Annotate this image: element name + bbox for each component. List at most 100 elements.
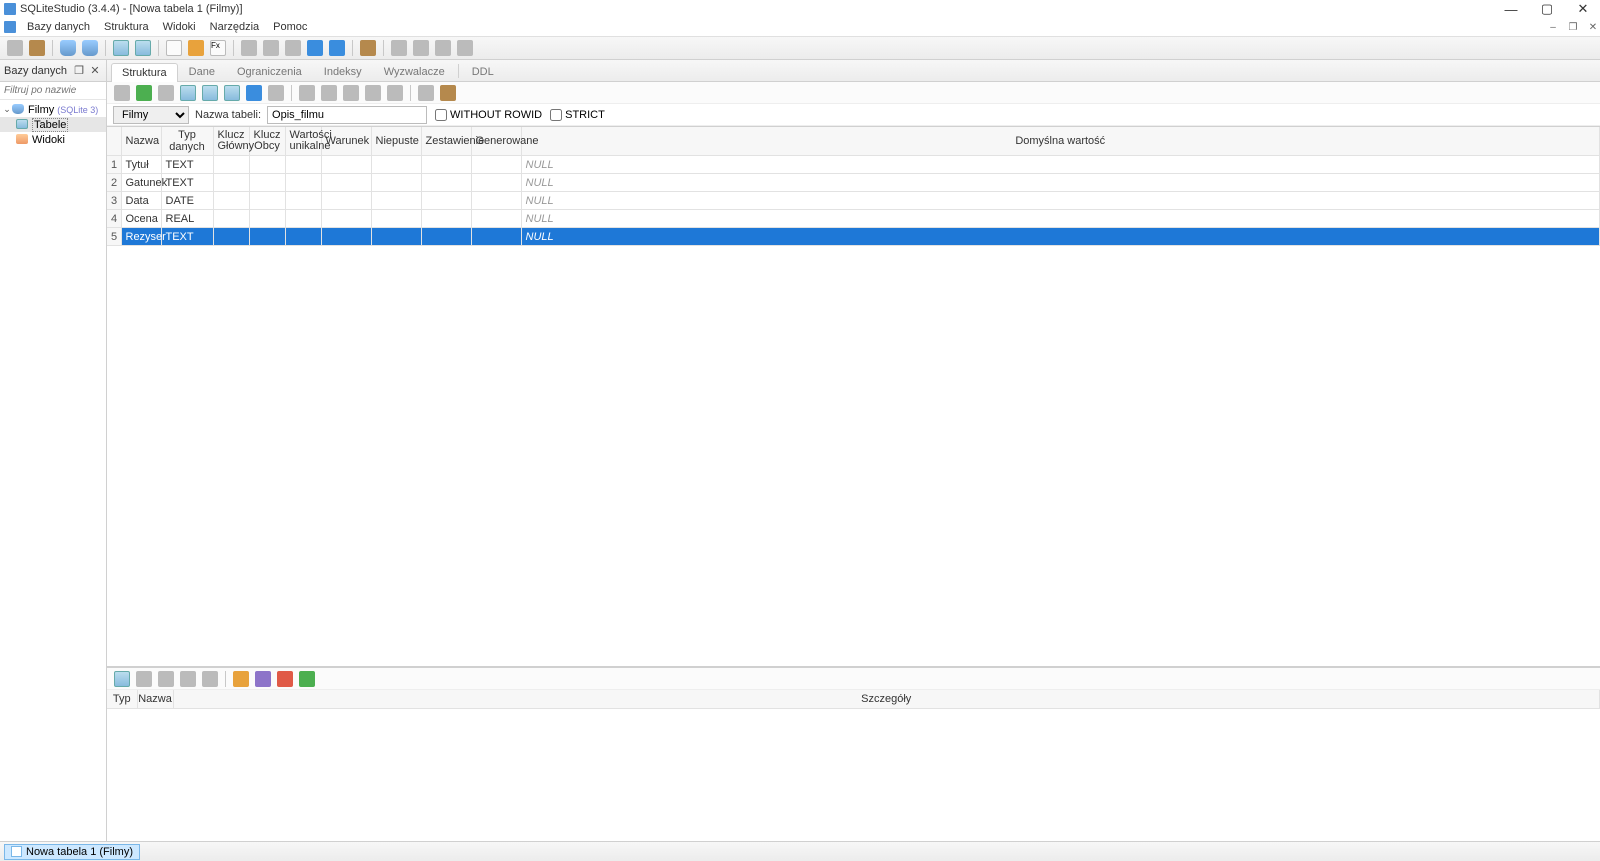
move-up-icon[interactable] bbox=[245, 84, 263, 102]
table-row[interactable]: 5RezyserTEXTNULL bbox=[107, 228, 1600, 246]
tool-b-icon[interactable] bbox=[386, 84, 404, 102]
menu-struktura[interactable]: Struktura bbox=[97, 21, 156, 33]
cell-unique[interactable] bbox=[285, 174, 321, 192]
delete-column-icon[interactable] bbox=[223, 84, 241, 102]
col-header-default[interactable]: Domyślna wartość bbox=[521, 127, 1600, 156]
constraint-down-icon[interactable] bbox=[201, 670, 219, 688]
cell-notnull[interactable] bbox=[371, 210, 421, 228]
cell-notnull[interactable] bbox=[371, 228, 421, 246]
col-header-pk[interactable]: KluczGłówny bbox=[213, 127, 249, 156]
tab-indeksy[interactable]: Indeksy bbox=[313, 62, 373, 81]
minimize-button[interactable]: — bbox=[1504, 2, 1518, 16]
tree-views-node[interactable]: Widoki bbox=[0, 132, 106, 147]
connect-icon[interactable] bbox=[6, 39, 24, 57]
table-row[interactable]: 2GatunekTEXTNULL bbox=[107, 174, 1600, 192]
cell-default[interactable]: NULL bbox=[521, 210, 1600, 228]
expand-icon[interactable] bbox=[306, 39, 324, 57]
import-icon[interactable] bbox=[240, 39, 258, 57]
add-fk-icon[interactable] bbox=[254, 670, 272, 688]
cell-check[interactable] bbox=[321, 192, 371, 210]
cell-default[interactable]: NULL bbox=[521, 174, 1600, 192]
mdi-close-button[interactable]: ✕ bbox=[1586, 20, 1600, 34]
add-check-icon[interactable] bbox=[298, 670, 316, 688]
cell-name[interactable]: Gatunek bbox=[121, 174, 161, 192]
tab-wyzwalacze[interactable]: Wyzwalacze bbox=[373, 62, 456, 81]
tab-dane[interactable]: Dane bbox=[178, 62, 226, 81]
tab-ddl[interactable]: DDL bbox=[461, 62, 505, 81]
close-button[interactable]: ✕ bbox=[1576, 2, 1590, 16]
cell-notnull[interactable] bbox=[371, 192, 421, 210]
cell-fk[interactable] bbox=[249, 228, 285, 246]
cell-unique[interactable] bbox=[285, 228, 321, 246]
constraint-col-typ[interactable]: Typ bbox=[107, 690, 137, 708]
menu-narzedzia[interactable]: Narzędzia bbox=[203, 21, 267, 33]
rollback-icon[interactable] bbox=[157, 84, 175, 102]
wand-icon[interactable] bbox=[359, 39, 377, 57]
menu-bazy-danych[interactable]: Bazy danych bbox=[20, 21, 97, 33]
edit-column-icon[interactable] bbox=[201, 84, 219, 102]
undo-icon[interactable] bbox=[439, 84, 457, 102]
refresh-icon[interactable] bbox=[113, 84, 131, 102]
cell-type[interactable]: TEXT bbox=[161, 174, 213, 192]
col-header-typ[interactable]: Typ danych bbox=[161, 127, 213, 156]
layout-3-icon[interactable] bbox=[434, 39, 452, 57]
menu-pomoc[interactable]: Pomoc bbox=[266, 21, 314, 33]
table-row[interactable]: 4OcenaREALNULL bbox=[107, 210, 1600, 228]
col-header-fk[interactable]: KluczObcy bbox=[249, 127, 285, 156]
cell-notnull[interactable] bbox=[371, 156, 421, 174]
layout-1-icon[interactable] bbox=[390, 39, 408, 57]
cell-default[interactable]: NULL bbox=[521, 192, 1600, 210]
new-table-icon[interactable] bbox=[112, 39, 130, 57]
cell-check[interactable] bbox=[321, 210, 371, 228]
edit-constraint-icon[interactable] bbox=[135, 670, 153, 688]
cell-fk[interactable] bbox=[249, 174, 285, 192]
menu-widoki[interactable]: Widoki bbox=[156, 21, 203, 33]
cell-check[interactable] bbox=[321, 174, 371, 192]
cell-notnull[interactable] bbox=[371, 174, 421, 192]
move-down-icon[interactable] bbox=[267, 84, 285, 102]
db-select[interactable]: Filmy bbox=[113, 106, 189, 124]
collapse-icon[interactable] bbox=[328, 39, 346, 57]
cell-pk[interactable] bbox=[213, 174, 249, 192]
open-sql-icon[interactable] bbox=[165, 39, 183, 57]
mdi-tab[interactable]: Nowa tabela 1 (Filmy) bbox=[4, 844, 140, 860]
cell-pk[interactable] bbox=[213, 192, 249, 210]
cell-pk[interactable] bbox=[213, 210, 249, 228]
cell-unique[interactable] bbox=[285, 192, 321, 210]
add-pk-icon[interactable] bbox=[232, 670, 250, 688]
add-constraint-icon[interactable] bbox=[113, 670, 131, 688]
cell-generated[interactable] bbox=[471, 192, 521, 210]
tree-tables-node[interactable]: Tabele bbox=[0, 117, 106, 132]
function-icon[interactable]: Fx bbox=[209, 39, 227, 57]
sidebar-float-button[interactable]: ❐ bbox=[72, 64, 86, 78]
add-column-icon[interactable] bbox=[179, 84, 197, 102]
add-db-icon[interactable] bbox=[59, 39, 77, 57]
cell-unique[interactable] bbox=[285, 210, 321, 228]
cell-name[interactable]: Rezyser bbox=[121, 228, 161, 246]
cell-collate[interactable] bbox=[421, 156, 471, 174]
col-header-nazwa[interactable]: Nazwa bbox=[121, 127, 161, 156]
cell-check[interactable] bbox=[321, 228, 371, 246]
table-name-input[interactable] bbox=[267, 106, 427, 124]
cell-pk[interactable] bbox=[213, 156, 249, 174]
tree-db-node[interactable]: ⌄ Filmy (SQLite 3) bbox=[0, 102, 106, 117]
mdi-minimize-button[interactable]: – bbox=[1546, 20, 1560, 34]
tab-struktura[interactable]: Struktura bbox=[111, 63, 178, 82]
cell-collate[interactable] bbox=[421, 210, 471, 228]
table-row[interactable]: 1TytułTEXTNULL bbox=[107, 156, 1600, 174]
copy-icon[interactable] bbox=[320, 84, 338, 102]
without-rowid-checkbox[interactable] bbox=[435, 109, 447, 121]
layout-2-icon[interactable] bbox=[412, 39, 430, 57]
cell-fk[interactable] bbox=[249, 192, 285, 210]
cell-default[interactable]: NULL bbox=[521, 156, 1600, 174]
delete-constraint-icon[interactable] bbox=[157, 670, 175, 688]
cell-fk[interactable] bbox=[249, 156, 285, 174]
col-header-unique[interactable]: Wartościunikalne bbox=[285, 127, 321, 156]
maximize-button[interactable]: ▢ bbox=[1540, 2, 1554, 16]
cell-collate[interactable] bbox=[421, 174, 471, 192]
columns-grid[interactable]: Nazwa Typ danych KluczGłówny KluczObcy W… bbox=[107, 126, 1600, 666]
sidebar-close-button[interactable]: ✕ bbox=[88, 64, 102, 78]
constraint-up-icon[interactable] bbox=[179, 670, 197, 688]
sidebar-filter-input[interactable] bbox=[0, 82, 106, 99]
edit-db-icon[interactable] bbox=[81, 39, 99, 57]
